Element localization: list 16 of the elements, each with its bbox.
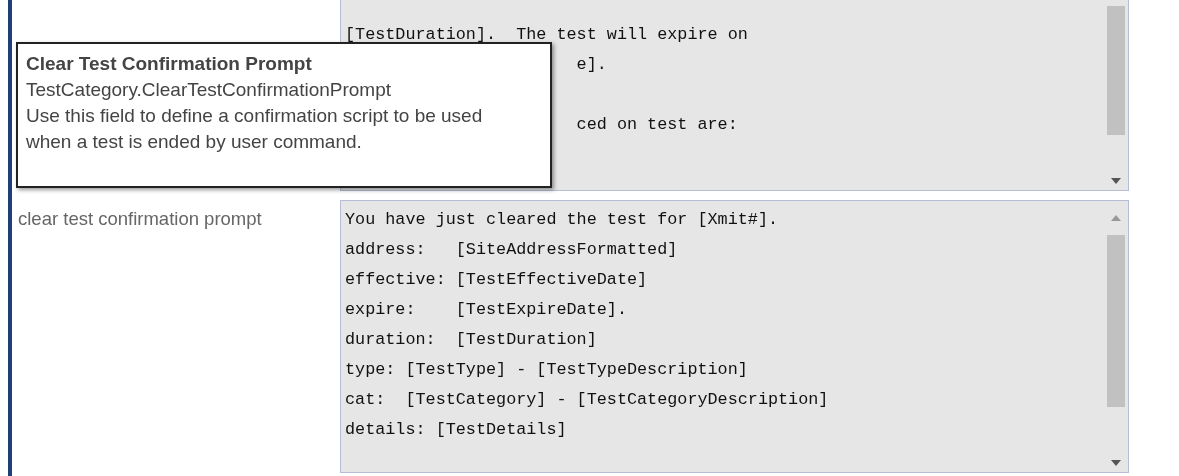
script-line: address: [SiteAddressFormatted]	[345, 240, 678, 259]
script-line: ced on test are:	[576, 115, 738, 134]
script-line: [TestDuration]. The test will expire on	[345, 25, 748, 44]
script-line: e].	[576, 55, 607, 74]
script-line: type: [TestType] - [TestTypeDescription]	[345, 360, 748, 379]
text-area[interactable]	[340, 200, 1129, 473]
script-line: details: [TestDetails]	[345, 420, 567, 439]
script-line: You have just cleared the test for [Xmit#].	[345, 210, 779, 229]
script-line: effective: [TestEffectiveDate]	[345, 270, 648, 289]
field-label: clear test confirmation prompt	[18, 208, 262, 229]
down-arrow-icon[interactable]	[1111, 460, 1121, 466]
script-line: duration: [TestDuration]	[345, 330, 597, 349]
down-arrow-icon[interactable]	[1111, 178, 1121, 184]
script-line: expire: [TestExpireDate].	[345, 300, 627, 319]
tooltip-title: Clear Test Confirmation Prompt	[26, 52, 313, 76]
script-line: cat: [TestCategory] - [TestCategoryDescription]	[345, 390, 829, 409]
